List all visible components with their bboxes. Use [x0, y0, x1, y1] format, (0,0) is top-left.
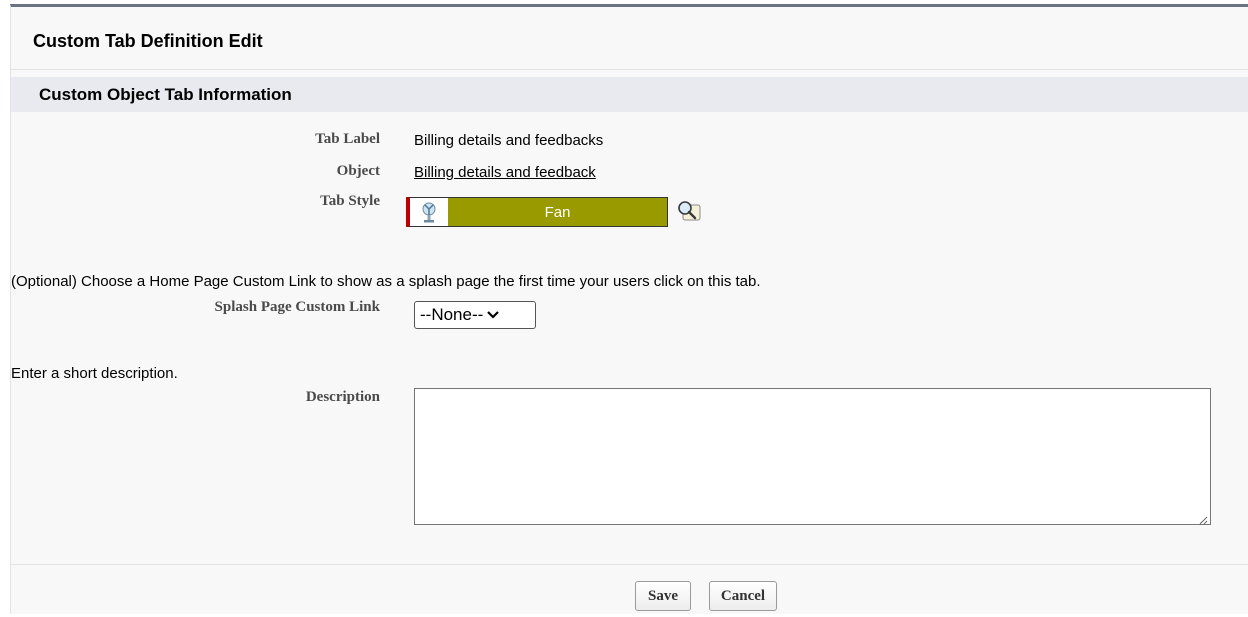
fan-icon: [410, 198, 448, 226]
tab-label-value: Billing details and feedbacks: [414, 132, 604, 149]
page-title: Custom Tab Definition Edit: [33, 31, 263, 51]
description-textarea[interactable]: [414, 388, 1211, 525]
section-title: Custom Object Tab Information: [39, 85, 292, 104]
chevron-down-icon: [487, 305, 500, 325]
cancel-button[interactable]: Cancel: [709, 581, 777, 611]
splash-page-note: (Optional) Choose a Home Page Custom Lin…: [11, 273, 761, 290]
resize-grip-icon[interactable]: [1198, 512, 1208, 525]
description-label: Description: [305, 389, 380, 405]
splash-link-label: Splash Page Custom Link: [214, 299, 380, 315]
edit-page: Custom Tab Definition Edit Custom Object…: [10, 4, 1248, 614]
lookup-magnifier-icon[interactable]: [675, 199, 703, 223]
button-footer: Save Cancel: [11, 564, 1248, 617]
splash-link-selected: --None--: [420, 305, 484, 324]
tab-label-label: Tab Label: [315, 131, 380, 147]
tab-style-label: Tab Style: [320, 193, 380, 209]
section-header: Custom Object Tab Information: [11, 77, 1248, 112]
tab-style-swatch: Fan: [448, 198, 667, 226]
object-label: Object: [336, 163, 380, 179]
tab-style-preview: Fan: [406, 197, 668, 227]
description-note: Enter a short description.: [11, 365, 178, 382]
object-link[interactable]: Billing details and feedback: [414, 164, 596, 181]
splash-link-select[interactable]: --None--: [414, 301, 536, 329]
page-header: Custom Tab Definition Edit: [11, 7, 1248, 70]
save-button[interactable]: Save: [635, 581, 691, 611]
